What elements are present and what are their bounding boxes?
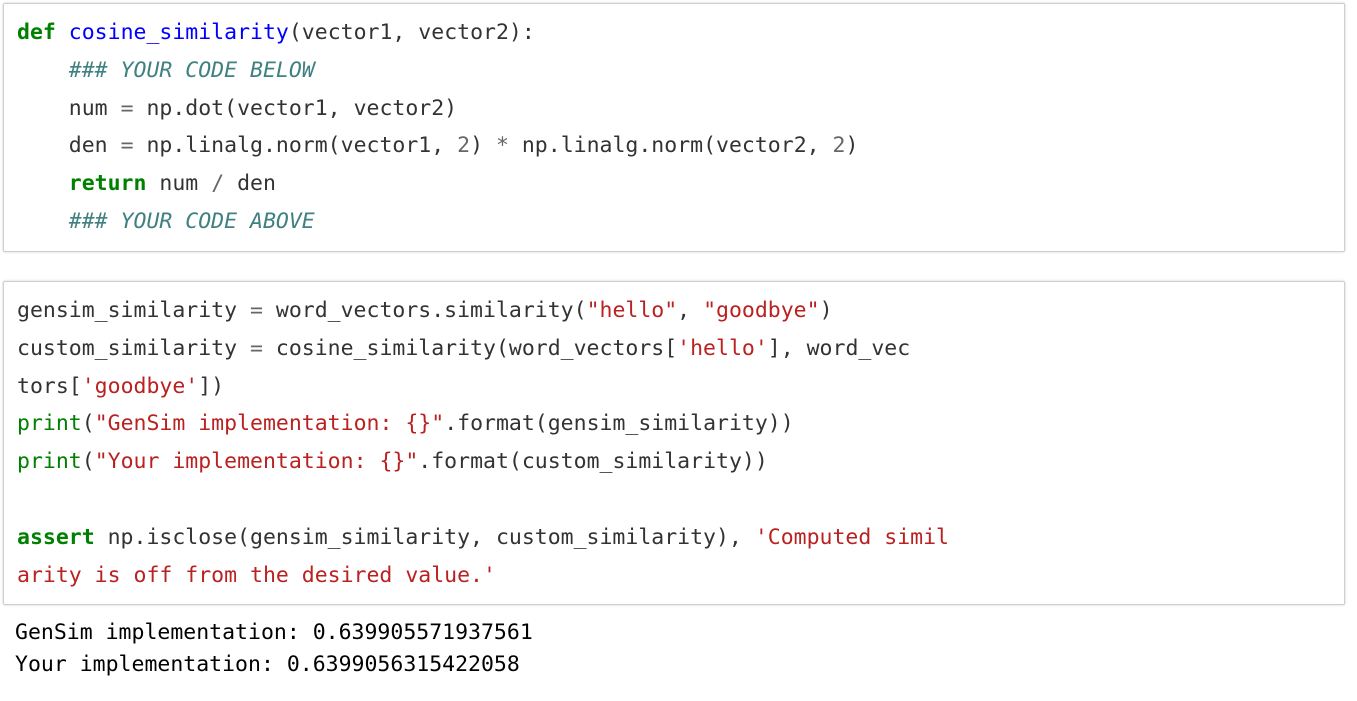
code-token-function: cosine_similarity — [68, 20, 289, 45]
code-token-plain: np.linalg.norm(vector2, — [508, 133, 833, 159]
code-token-operator: = — [250, 298, 263, 323]
code-token-operator: * — [495, 133, 509, 159]
code-token-string: "Your implementation: {}" — [94, 449, 419, 475]
code-token-string: "hello" — [586, 298, 678, 323]
output-line: Your implementation: 0.6399056315422058 — [15, 652, 520, 677]
code-token-string: 'goodbye' — [81, 373, 199, 399]
code-token-operator: / — [211, 171, 225, 197]
code-token-comment: ### YOUR CODE ABOVE — [68, 208, 315, 234]
code-line: ### YOUR CODE ABOVE — [17, 203, 1336, 241]
code-token-keyword: def — [17, 20, 56, 45]
code-token-comment: ### YOUR CODE BELOW — [68, 57, 315, 83]
code-token-number: 2 — [457, 133, 471, 159]
code-token-string: arity is off from the desired value.' — [17, 562, 496, 588]
code-token-number: 2 — [832, 133, 846, 159]
code-line: print("GenSim implementation: {}".format… — [17, 405, 1336, 443]
code-token-plain: np.isclose(gensim_similarity, custom_sim… — [94, 524, 755, 550]
code-token-plain: den — [224, 171, 276, 197]
code-line: ### YOUR CODE BELOW — [17, 52, 1336, 90]
code-token-plain: cosine_similarity(word_vectors[ — [262, 335, 678, 361]
code-token-plain: np.dot(vector1, vector2) — [133, 95, 458, 121]
code-line-wrapped: tors['goodbye']) — [17, 368, 1336, 406]
output-line: GenSim implementation: 0.639905571937561 — [15, 620, 533, 645]
code-line: def cosine_similarity(vector1, vector2): — [17, 14, 1336, 52]
code-line: return num / den — [17, 165, 1336, 203]
code-token-keyword: assert — [17, 524, 95, 550]
code-token-plain: tors[ — [17, 373, 82, 399]
code-token-string: 'Computed simil — [754, 524, 949, 550]
code-token-plain: ) — [819, 298, 833, 323]
code-token-string: "GenSim implementation: {}" — [94, 411, 445, 437]
code-line: print("Your implementation: {}".format(c… — [17, 443, 1336, 481]
code-token-plain: ( — [81, 449, 95, 475]
code-line: num = np.dot(vector1, vector2) — [17, 90, 1336, 128]
code-token-plain: ], word_vec — [767, 335, 911, 361]
code-cell-2[interactable]: gensim_similarity = word_vectors.similar… — [3, 281, 1345, 606]
code-line: den = np.linalg.norm(vector1, 2) * np.li… — [17, 127, 1336, 165]
code-token-builtin: print — [17, 411, 82, 437]
code-token-operator: = — [250, 335, 263, 361]
code-token-plain: word_vectors.similarity( — [262, 298, 587, 323]
code-line-wrapped: arity is off from the desired value.' — [17, 557, 1336, 595]
cell-output-stream: GenSim implementation: 0.639905571937561… — [15, 617, 1345, 681]
code-token-plain: ) — [845, 133, 859, 159]
jupyter-notebook: def cosine_similarity(vector1, vector2):… — [0, 0, 1357, 701]
code-token-plain: num — [17, 95, 121, 121]
code-token-plain: den — [17, 133, 121, 159]
code-cell-2-editor[interactable]: gensim_similarity = word_vectors.similar… — [4, 282, 1344, 604]
code-token-plain: ) — [470, 133, 496, 159]
code-line: custom_similarity = cosine_similarity(wo… — [17, 330, 1336, 368]
code-token-builtin: print — [17, 449, 82, 475]
code-token-plain: gensim_similarity — [17, 298, 250, 323]
code-token-plain: ( — [81, 411, 95, 437]
code-token-keyword: return — [68, 171, 147, 197]
code-cell-1[interactable]: def cosine_similarity(vector1, vector2):… — [3, 3, 1345, 252]
code-token-operator: = — [120, 95, 134, 121]
code-token-plain: custom_similarity — [17, 335, 250, 361]
code-cell-1-editor[interactable]: def cosine_similarity(vector1, vector2):… — [4, 4, 1344, 251]
code-token-plain: .format(gensim_similarity)) — [444, 411, 794, 437]
code-line: assert np.isclose(gensim_similarity, cus… — [17, 519, 1336, 557]
code-token-operator: = — [120, 133, 134, 159]
code-token-plain: np.linalg.norm(vector1, — [133, 133, 458, 159]
code-token-plain: num — [146, 171, 212, 197]
code-token-plain: , — [677, 298, 704, 323]
code-token-plain: .format(custom_similarity)) — [418, 449, 768, 475]
code-token-plain: (vector1, vector2): — [288, 20, 535, 45]
code-token-string: 'hello' — [677, 335, 768, 361]
code-token-plain: ]) — [198, 373, 225, 399]
code-token-string: "goodbye" — [703, 298, 820, 323]
code-line: gensim_similarity = word_vectors.similar… — [17, 292, 1336, 330]
